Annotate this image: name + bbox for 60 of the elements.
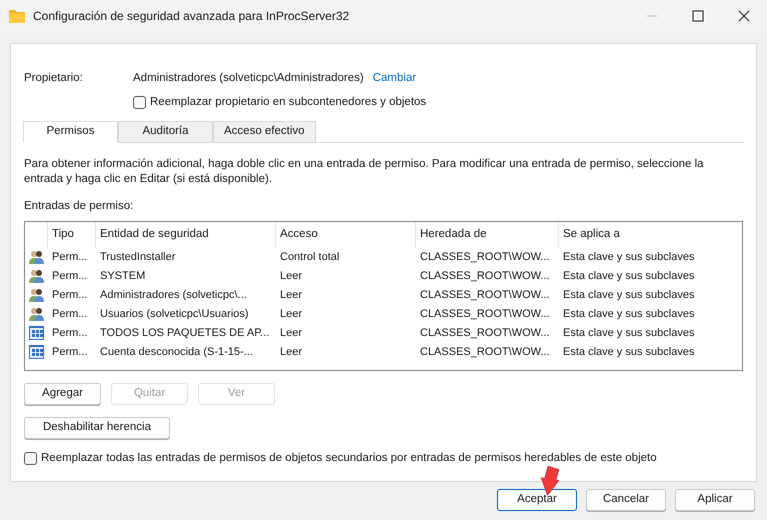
table-cell-text: Leer (279, 326, 304, 341)
checkbox-label: Reemplazar propietario en subcontenedores y objetos (150, 95, 426, 110)
folder-icon (9, 9, 25, 23)
table-cell-text: Esta clave y sus subclaves (562, 250, 696, 265)
disable-inheritance-button[interactable]: Deshabilitar herencia (24, 416, 170, 439)
table-cell-text: Cuenta desconocida (S-1-15-... (99, 345, 254, 360)
table-cell-text: Perm... (51, 250, 88, 265)
users-icon (28, 287, 44, 304)
dialog-button[interactable]: Aplicar (675, 489, 755, 511)
table-cell-text: TrustedInstaller (99, 250, 176, 265)
app-grid-icon (28, 325, 44, 342)
tab[interactable]: Auditoría (118, 120, 213, 142)
table-cell-text: Leer (279, 269, 304, 284)
table-cell-text: Control total (279, 250, 340, 265)
table-cell-text: CLASSES_ROOT\WOW... (419, 250, 551, 265)
table-cell-text: Perm... (51, 326, 88, 341)
users-icon (28, 249, 44, 266)
window-title: Configuración de seguridad avanzada para InProcServer32 (33, 8, 350, 25)
table-cell-text: Leer (279, 345, 304, 360)
dialog-button[interactable]: Aceptar (497, 489, 577, 511)
owner-value: Administradores (solveticpc\Administradores) (133, 71, 364, 86)
column-header[interactable]: Tipo (47, 222, 95, 248)
table-cell-text: Perm... (51, 307, 88, 322)
table-cell-text: Esta clave y sus subclaves (562, 269, 696, 284)
table-cell-text: Administradores (solveticpc\... (99, 288, 248, 303)
column-header[interactable]: Se aplica a (558, 222, 742, 248)
table-cell-text: CLASSES_ROOT\WOW... (419, 269, 551, 284)
checkbox[interactable] (24, 452, 37, 465)
tab[interactable]: Acceso efectivo (213, 120, 316, 142)
table-cell-text: Perm... (51, 345, 88, 360)
table-cell-text: Perm... (51, 288, 88, 303)
checkbox-label: Reemplazar todas las entradas de permisos de objetos secundarios por entradas de permisos heredables de este objeto (41, 450, 657, 466)
users-icon (28, 268, 44, 284)
table-cell-text: CLASSES_ROOT\WOW... (419, 326, 551, 341)
table-cell-text: CLASSES_ROOT\WOW... (419, 307, 551, 322)
table-cell-text: Esta clave y sus subclaves (562, 288, 696, 303)
table-cell-text: SYSTEM (99, 269, 146, 284)
users-icon (28, 306, 44, 322)
dialog-button[interactable]: Cancelar (586, 489, 666, 511)
owner-label: Propietario: (24, 71, 84, 86)
column-header[interactable]: Entidad de seguridad (95, 222, 275, 248)
checkbox[interactable] (133, 96, 146, 110)
table-cell-text: Perm... (51, 269, 88, 284)
app-grid-icon (28, 344, 44, 360)
table-cell-text: Esta clave y sus subclaves (562, 307, 696, 322)
table-cell-text: Esta clave y sus subclaves (562, 345, 696, 360)
column-header[interactable]: Heredada de (415, 222, 558, 248)
change-owner-link[interactable]: Cambiar (372, 70, 416, 88)
tab[interactable]: Permisos (23, 120, 118, 142)
entries-label: Entradas de permiso: (24, 198, 134, 214)
table-cell-text: Esta clave y sus subclaves (562, 326, 696, 341)
column-header[interactable]: Acceso (275, 222, 415, 248)
table-cell-text: CLASSES_ROOT\WOW... (419, 288, 551, 303)
info-text: Para obtener información adicional, haga doble clic en una entrada de permiso. Para modificar una entrada de permiso, seleccione la entrada y haga clic en Editar (si está disponible). (24, 156, 705, 186)
table-cell-text: Leer (279, 307, 304, 322)
table-cell-text: Usuarios (solveticpc\Usuarios) (99, 307, 250, 322)
table-cell-text: CLASSES_ROOT\WOW... (419, 345, 551, 360)
entry-button[interactable]: Agregar (24, 382, 101, 405)
table-cell-text: Leer (279, 288, 304, 303)
table-cell-text: TODOS LOS PAQUETES DE AP... (99, 326, 270, 341)
